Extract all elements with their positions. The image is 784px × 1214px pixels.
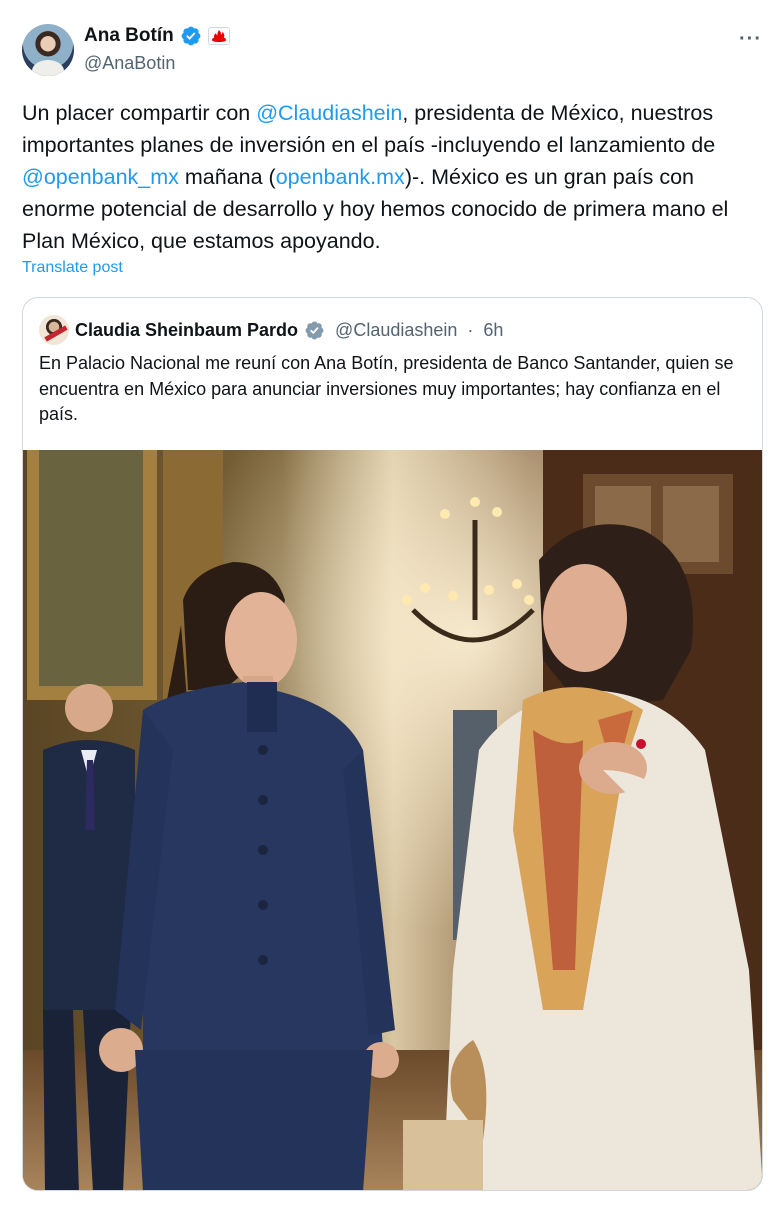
government-verified-badge-icon xyxy=(305,321,324,339)
more-options-icon[interactable]: ··· xyxy=(739,28,762,51)
author-row: Ana Botín xyxy=(84,25,230,47)
quoted-author-handle: @Claudiashein xyxy=(335,319,458,340)
quoted-post-text: En Palacio Nacional me reuní con Ana Bot… xyxy=(39,353,734,424)
meta-separator: · xyxy=(467,319,474,340)
author-handle[interactable]: @AnaBotin xyxy=(84,53,175,74)
openbank-url-link[interactable]: openbank.mx xyxy=(276,165,405,189)
santander-flame-icon[interactable] xyxy=(207,27,230,45)
quoted-post-header: Claudia Sheinbaum Pardo @Claudiashein · … xyxy=(39,315,503,345)
post-text-segment: mañana ( xyxy=(178,165,276,189)
translate-post-link[interactable]: Translate post xyxy=(22,259,123,277)
quoted-author-name: Claudia Sheinbaum Pardo xyxy=(75,319,299,340)
quoted-post-photo[interactable] xyxy=(23,450,763,1191)
post-text: Un placer compartir con @Claudiashein, p… xyxy=(22,97,772,257)
post-header: Ana Botín @AnaBotin ··· xyxy=(22,22,762,78)
mention-openbank-link[interactable]: @openbank_mx xyxy=(22,165,179,189)
quoted-post-time: 6h xyxy=(483,319,504,340)
author-avatar[interactable] xyxy=(22,24,74,76)
mention-claudiashein-link[interactable]: @Claudiashein xyxy=(256,101,402,125)
verified-badge-icon[interactable] xyxy=(180,25,202,47)
post-text-segment: Un placer compartir con xyxy=(22,101,257,125)
quoted-post[interactable]: Claudia Sheinbaum Pardo @Claudiashein · … xyxy=(22,297,763,1191)
author-name[interactable]: Ana Botín xyxy=(84,25,174,47)
quoted-author-avatar xyxy=(39,315,69,345)
